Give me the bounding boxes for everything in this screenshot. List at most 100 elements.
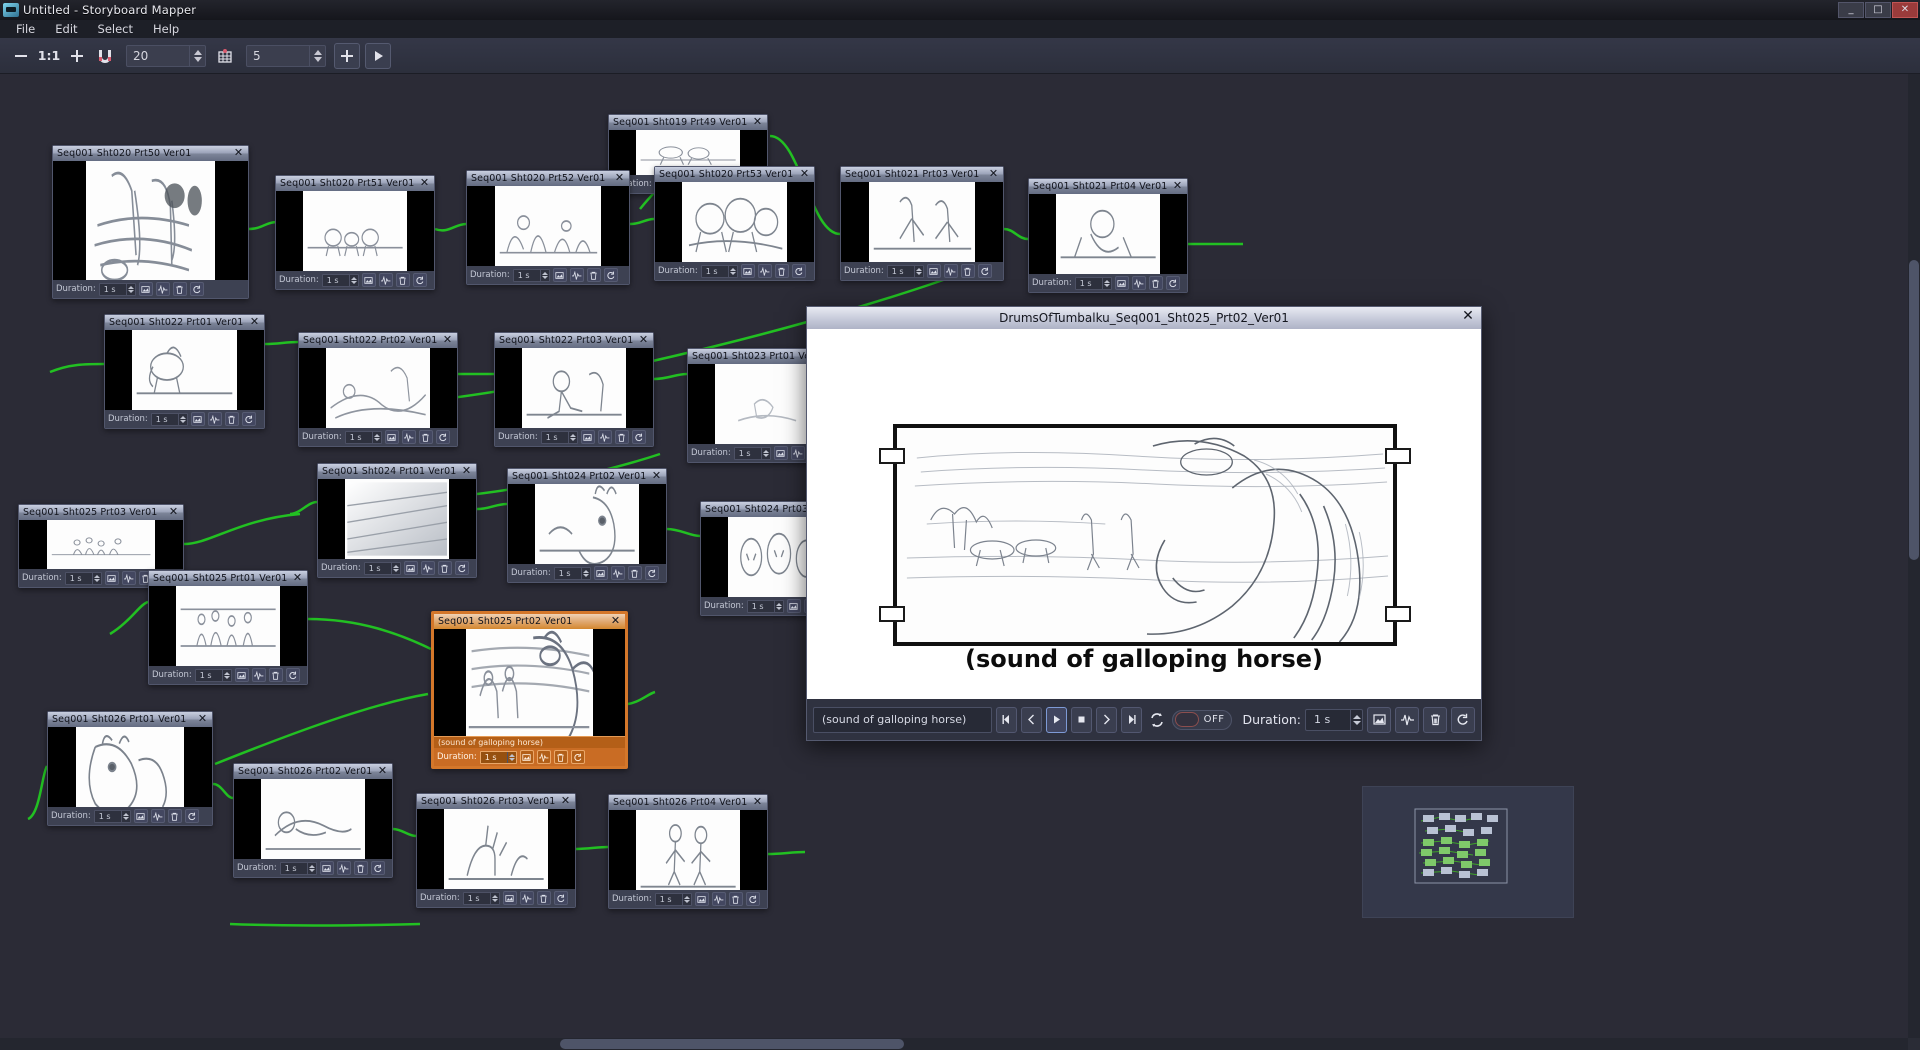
menu-item-help[interactable]: Help [143, 20, 189, 38]
skip-to-end-icon[interactable] [1120, 706, 1142, 733]
image-icon[interactable] [319, 861, 334, 875]
preview-close-icon[interactable]: ✕ [1461, 309, 1475, 324]
node-titlebar[interactable]: Seq001 Sht025 Prt02 Ver01 ✕ [434, 614, 625, 629]
node-close-icon[interactable]: ✕ [419, 177, 430, 189]
image-icon[interactable] [403, 561, 418, 575]
columns-arrows[interactable] [309, 45, 325, 66]
node-thumbnail[interactable] [467, 186, 629, 266]
storyboard-node-selected[interactable]: Seq001 Sht025 Prt02 Ver01 ✕ (sound of ga… [431, 611, 628, 769]
duration-arrows[interactable] [727, 265, 737, 277]
reload-icon[interactable] [241, 412, 256, 426]
node-thumbnail[interactable] [841, 182, 1003, 262]
grid-size-arrows[interactable] [189, 45, 205, 66]
node-titlebar[interactable]: Seq001 Sht022 Prt03 Ver01 ✕ [495, 333, 653, 348]
waveform-icon[interactable] [943, 264, 958, 278]
storyboard-node[interactable]: Seq001 Sht022 Prt02 Ver01 ✕ Duration: 1 … [298, 332, 458, 447]
duration-arrows[interactable] [489, 892, 499, 904]
waveform-icon[interactable] [420, 561, 435, 575]
preview-duration-arrows[interactable] [1350, 709, 1362, 730]
node-thumbnail[interactable] [276, 191, 434, 271]
waveform-icon[interactable] [711, 892, 726, 906]
storyboard-node[interactable]: Seq001 Sht025 Prt01 Ver01 ✕ Duration: 1 … [148, 570, 308, 685]
duration-arrows[interactable] [125, 283, 135, 295]
node-close-icon[interactable]: ✕ [752, 116, 763, 128]
duration-stepper[interactable]: 1 s [512, 268, 550, 282]
duration-stepper[interactable]: 1 s [746, 599, 784, 613]
waveform-icon[interactable] [757, 264, 772, 278]
duration-arrows[interactable] [539, 269, 549, 281]
trash-icon[interactable] [553, 750, 568, 764]
node-titlebar[interactable]: Seq001 Sht022 Prt01 Ver01 ✕ [105, 315, 264, 330]
storyboard-node[interactable]: Seq001 Sht026 Prt03 Ver01 ✕ Duration: 1 … [416, 793, 576, 908]
image-icon[interactable] [773, 446, 788, 460]
trash-icon[interactable] [224, 412, 239, 426]
waveform-icon[interactable] [155, 282, 170, 296]
horizontal-scrollbar-thumb[interactable] [560, 1039, 904, 1049]
node-close-icon[interactable]: ✕ [292, 572, 303, 584]
waveform-icon[interactable] [150, 809, 165, 823]
duration-arrows[interactable] [760, 447, 770, 459]
reload-icon[interactable] [189, 282, 204, 296]
node-close-icon[interactable]: ✕ [988, 168, 999, 180]
node-close-icon[interactable]: ✕ [651, 470, 662, 482]
storyboard-node[interactable]: Seq001 Sht020 Prt51 Ver01 ✕ Duration: 1 … [275, 175, 435, 290]
preview-duration-stepper[interactable]: 1 s [1305, 708, 1363, 731]
image-icon[interactable] [740, 264, 755, 278]
node-close-icon[interactable]: ✕ [233, 147, 244, 159]
node-titlebar[interactable]: Seq001 Sht019 Prt49 Ver01 ✕ [609, 115, 767, 130]
duration-arrows[interactable] [580, 567, 590, 579]
trash-icon[interactable] [172, 282, 187, 296]
image-icon[interactable] [552, 268, 567, 282]
waveform-icon[interactable] [121, 571, 136, 585]
node-thumbnail[interactable] [48, 727, 212, 807]
duration-arrows[interactable] [371, 431, 381, 443]
node-thumbnail[interactable] [1029, 194, 1187, 274]
node-caption[interactable]: (sound of galloping horse) [434, 736, 625, 748]
node-close-icon[interactable]: ✕ [442, 334, 453, 346]
reload-icon[interactable] [553, 891, 568, 905]
reload-icon[interactable] [454, 561, 469, 575]
trash-icon[interactable] [627, 566, 642, 580]
node-thumbnail[interactable] [19, 520, 183, 569]
loop-icon[interactable] [1146, 707, 1168, 733]
duration-arrows[interactable] [773, 600, 783, 612]
waveform-icon[interactable] [1395, 706, 1419, 733]
waveform-icon[interactable] [401, 430, 416, 444]
trash-icon[interactable] [353, 861, 368, 875]
reload-icon[interactable] [745, 892, 760, 906]
node-titlebar[interactable]: Seq001 Sht020 Prt50 Ver01 ✕ [53, 146, 248, 161]
reload-icon[interactable] [370, 861, 385, 875]
image-icon[interactable] [234, 668, 249, 682]
image-icon[interactable] [502, 891, 517, 905]
vertical-scrollbar[interactable] [1908, 74, 1920, 1038]
reload-icon[interactable] [644, 566, 659, 580]
node-titlebar[interactable]: Seq001 Sht021 Prt04 Ver01 ✕ [1029, 179, 1187, 194]
image-icon[interactable] [593, 566, 608, 580]
trash-icon[interactable] [614, 430, 629, 444]
node-titlebar[interactable]: Seq001 Sht026 Prt02 Ver01 ✕ [234, 764, 392, 779]
waveform-icon[interactable] [1131, 276, 1146, 290]
reload-icon[interactable] [631, 430, 646, 444]
waveform-icon[interactable] [207, 412, 222, 426]
waveform-icon[interactable] [536, 750, 551, 764]
reload-icon[interactable] [285, 668, 300, 682]
node-titlebar[interactable]: Seq001 Sht024 Prt01 Ver01 ✕ [318, 464, 476, 479]
node-titlebar[interactable]: Seq001 Sht021 Prt03 Ver01 ✕ [841, 167, 1003, 182]
storyboard-node[interactable]: Seq001 Sht022 Prt01 Ver01 ✕ Duration: 1 … [104, 314, 265, 429]
zoom-reset-button[interactable]: 1:1 [36, 43, 62, 69]
duration-stepper[interactable]: 1 s [479, 750, 517, 764]
node-titlebar[interactable]: Seq001 Sht026 Prt04 Ver01 ✕ [609, 795, 767, 810]
preview-window[interactable]: DrumsOfTumbalku_Seq001_Sht025_Prt02_Ver0… [806, 306, 1482, 741]
node-close-icon[interactable]: ✕ [610, 615, 621, 627]
node-thumbnail[interactable] [149, 586, 307, 666]
node-close-icon[interactable]: ✕ [560, 795, 571, 807]
node-titlebar[interactable]: Seq001 Sht024 Prt02 Ver01 ✕ [508, 469, 666, 484]
storyboard-node[interactable]: Seq001 Sht022 Prt03 Ver01 ✕ Duration: 1 … [494, 332, 654, 447]
duration-arrows[interactable] [913, 265, 923, 277]
node-thumbnail[interactable] [299, 348, 457, 428]
trash-icon[interactable] [1148, 276, 1163, 290]
reload-icon[interactable] [791, 264, 806, 278]
node-close-icon[interactable]: ✕ [197, 713, 208, 725]
reload-icon[interactable] [412, 273, 427, 287]
duration-stepper[interactable]: 1 s [98, 282, 136, 296]
